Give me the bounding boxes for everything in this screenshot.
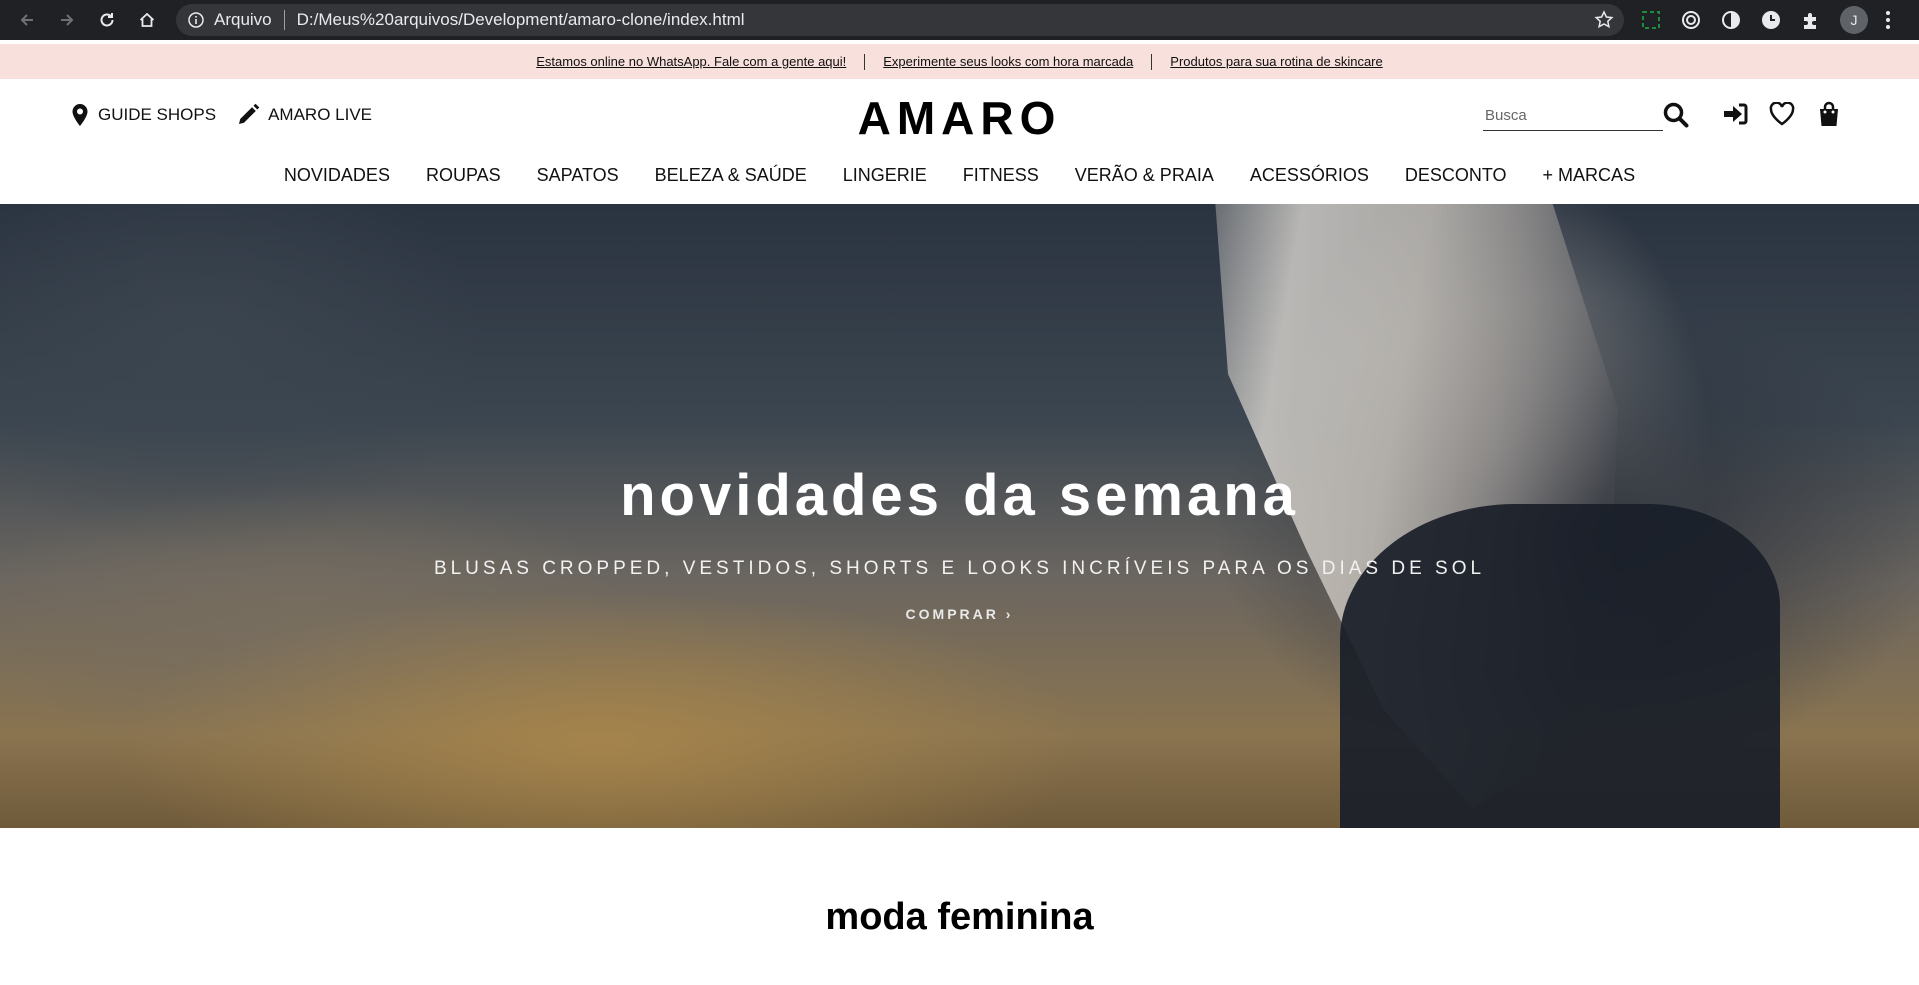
menu-item-roupas[interactable]: ROUPAS <box>426 165 501 186</box>
shopping-bag-icon <box>1820 101 1838 126</box>
bookmark-star-icon[interactable] <box>1594 10 1614 30</box>
home-icon <box>139 12 155 27</box>
menu-item-novidades[interactable]: NOVIDADES <box>284 165 390 186</box>
clock-icon <box>1762 11 1780 29</box>
address-bar[interactable]: Arquivo D:/Meus%20arquivos/Development/a… <box>176 4 1624 36</box>
home-button[interactable] <box>134 7 160 33</box>
profile-avatar[interactable]: J <box>1840 6 1868 34</box>
search-button[interactable] <box>1662 101 1690 129</box>
reload-icon <box>100 13 114 27</box>
arrow-right-icon <box>61 14 74 26</box>
sign-in-icon <box>1724 103 1748 125</box>
site-header: GUIDE SHOPS AMARO LIVE AMARO NOVIDADES R… <box>0 79 1919 203</box>
hero-title: novidades da semana <box>620 463 1299 528</box>
extension-button[interactable] <box>1676 5 1706 35</box>
main-menu: NOVIDADES ROUPAS SAPATOS BELEZA & SAÚDE … <box>0 159 1919 191</box>
browser-toolbar: Arquivo D:/Meus%20arquivos/Development/a… <box>0 0 1919 40</box>
menu-item-fitness[interactable]: FITNESS <box>963 165 1039 186</box>
scheme-label: Arquivo <box>214 10 272 29</box>
reload-button[interactable] <box>94 7 120 33</box>
arrow-left-icon <box>20 14 33 26</box>
extension-button[interactable] <box>1636 5 1666 35</box>
section-title: moda feminina <box>825 896 1094 938</box>
puzzle-icon <box>1804 13 1816 29</box>
extensions-button[interactable] <box>1796 5 1826 35</box>
extension-button[interactable] <box>1716 5 1746 35</box>
header-actions <box>1722 101 1863 127</box>
menu-item-lingerie[interactable]: LINGERIE <box>843 165 927 186</box>
back-button[interactable] <box>14 7 40 33</box>
promo-bar: Estamos online no WhatsApp. Fale com a g… <box>0 44 1919 79</box>
menu-item-desconto[interactable]: DESCONTO <box>1405 165 1507 186</box>
promo-link-looks[interactable]: Experimente seus looks com hora marcada <box>865 54 1151 69</box>
promo-link-whatsapp[interactable]: Estamos online no WhatsApp. Fale com a g… <box>518 54 864 69</box>
address-divider <box>283 10 285 30</box>
browser-menu-icon[interactable] <box>1878 11 1898 29</box>
dark-mode-icon <box>1722 11 1740 29</box>
login-button[interactable] <box>1722 101 1748 127</box>
forward-button[interactable] <box>54 7 80 33</box>
menu-item-beleza-saude[interactable]: BELEZA & SAÚDE <box>655 165 807 186</box>
hero-banner[interactable]: novidades da semana BLUSAS CROPPED, VEST… <box>0 204 1919 828</box>
menu-item-marcas[interactable]: + MARCAS <box>1543 165 1636 186</box>
dashed-square-icon <box>1642 11 1660 29</box>
search-input[interactable] <box>1483 101 1663 129</box>
hero-image-shoulder <box>1340 504 1780 828</box>
search-icon <box>1663 102 1689 128</box>
hero-buy-link[interactable]: COMPRAR › <box>0 606 1919 622</box>
target-icon <box>1682 11 1700 29</box>
heart-icon <box>1769 102 1795 126</box>
url-text[interactable]: D:/Meus%20arquivos/Development/amaro-clo… <box>297 10 745 30</box>
extension-button[interactable] <box>1756 5 1786 35</box>
search-field[interactable] <box>1483 101 1663 131</box>
info-icon[interactable] <box>188 12 204 28</box>
cart-button[interactable] <box>1816 101 1842 127</box>
hero-subtitle: BLUSAS CROPPED, VESTIDOS, SHORTS E LOOKS… <box>433 558 1486 579</box>
wishlist-button[interactable] <box>1769 101 1795 127</box>
menu-item-acessorios[interactable]: ACESSÓRIOS <box>1250 165 1369 186</box>
menu-item-verao-praia[interactable]: VERÃO & PRAIA <box>1075 165 1214 186</box>
promo-link-skincare[interactable]: Produtos para sua rotina de skincare <box>1152 54 1400 69</box>
menu-item-sapatos[interactable]: SAPATOS <box>537 165 619 186</box>
extensions-area: J <box>1636 4 1898 36</box>
